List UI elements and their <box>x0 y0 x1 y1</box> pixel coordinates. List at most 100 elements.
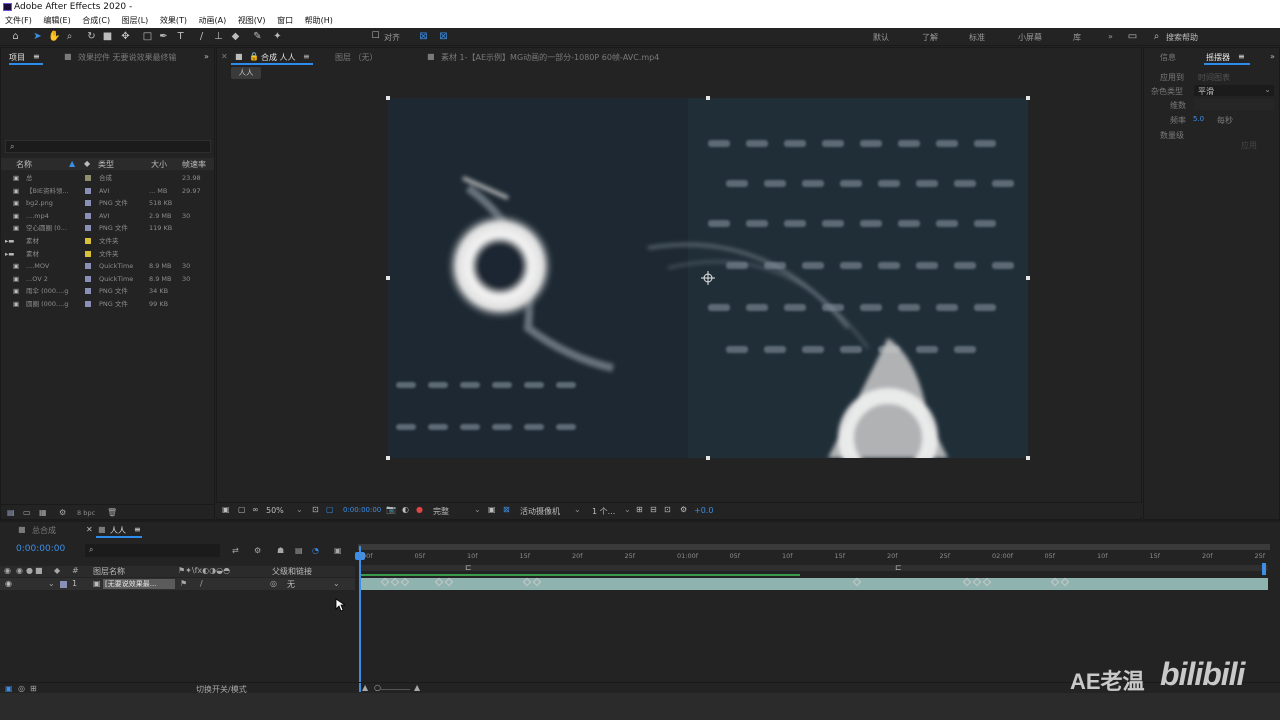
label-swatch[interactable] <box>85 301 91 307</box>
exposure-value[interactable]: +0.0 <box>694 506 713 515</box>
layer-tab[interactable]: 图层 （无） <box>335 52 378 63</box>
info-tab[interactable]: 信息 <box>1160 52 1176 63</box>
menu-effect[interactable]: 效果(T) <box>160 14 187 28</box>
zoom-out-icon[interactable]: ▲ <box>362 683 368 692</box>
apply-button[interactable]: 应用 <box>1241 140 1257 151</box>
show-snapshot-icon[interactable]: ◐ <box>402 505 409 514</box>
draft-3d-icon[interactable]: ⚙ <box>254 546 261 555</box>
home-icon[interactable]: ⌂ <box>10 31 21 42</box>
type-tool-icon[interactable]: T <box>175 31 186 42</box>
camera-dropdown[interactable]: 活动摄像机 <box>520 506 560 517</box>
resolution-dropdown[interactable]: 完整 <box>433 506 449 517</box>
snapshot-icon[interactable]: 📷 <box>386 505 396 514</box>
label-swatch[interactable] <box>85 288 91 295</box>
always-preview-icon[interactable]: ▣ <box>222 505 230 514</box>
label-swatch[interactable] <box>85 187 91 194</box>
label-swatch[interactable] <box>85 212 91 219</box>
project-item[interactable]: ▣ ....mp4 AVI 2.9 MB 30 <box>1 210 214 222</box>
fast-previews-icon[interactable]: ▣ <box>488 505 496 514</box>
exposure-reset-icon[interactable]: ⚙ <box>680 505 687 514</box>
safe-zones-icon[interactable]: ⊡ <box>312 505 319 514</box>
comp-breadcrumb[interactable]: 人人 <box>231 67 261 79</box>
label-color-swatch[interactable] <box>60 581 67 588</box>
close-tab-icon[interactable]: ✕ <box>221 52 228 61</box>
brush-tool-icon[interactable]: / <box>196 31 207 42</box>
comp-mini-flowchart-icon[interactable]: ⇄ <box>232 546 239 555</box>
interpret-footage-icon[interactable]: ▤ <box>7 508 15 517</box>
layer-switches-icon[interactable]: ▣ <box>5 684 13 693</box>
color-channel-icon[interactable]: ● <box>416 505 423 514</box>
wiggler-tab-menu-icon[interactable]: ≡ <box>1238 52 1245 61</box>
bit-depth-label[interactable]: 8 bpc <box>77 509 95 517</box>
zoom-tool-icon[interactable]: ⌕ <box>64 31 75 42</box>
view-layout-dropdown[interactable]: 1 个... <box>592 506 615 517</box>
eye-icon[interactable]: ◉ <box>5 579 12 588</box>
column-type[interactable]: 类型 <box>98 159 114 170</box>
snap-icon[interactable]: ⊠ <box>418 31 429 42</box>
puppet-tool-icon[interactable]: ✦ <box>272 31 283 42</box>
composition-viewer-frame[interactable] <box>388 98 1028 458</box>
tab-menu-icon[interactable]: ≡ <box>134 525 141 534</box>
project-search-input[interactable]: ⌕ <box>5 140 211 153</box>
frame-blending-icon[interactable]: ▤ <box>295 546 303 555</box>
project-item[interactable]: ▸▬ 素材 文件夹 <box>1 248 214 260</box>
pen-tool-icon[interactable]: ✒ <box>158 31 169 42</box>
close-tab-icon[interactable]: ✕ <box>86 525 93 534</box>
workspace-sync-icon[interactable]: ▭ <box>1127 31 1138 42</box>
roto-brush-tool-icon[interactable]: ✎ <box>252 31 263 42</box>
menu-window[interactable]: 窗口 <box>277 14 293 28</box>
zoom-slider-thumb[interactable]: ○ <box>374 683 381 692</box>
clone-stamp-tool-icon[interactable]: ⊥ <box>213 31 224 42</box>
layer-handle[interactable] <box>386 96 390 100</box>
project-item[interactable]: ▣ 雨伞 (000....g PNG 文件 34 KB <box>1 285 214 297</box>
project-settings-icon[interactable]: ⚙ <box>59 508 66 517</box>
search-icon[interactable]: ⌕ <box>1151 31 1162 42</box>
timeline-tab-main[interactable]: 总合成 <box>32 525 56 536</box>
column-fps[interactable]: 帧速率 <box>182 159 206 170</box>
layer-handle[interactable] <box>1026 96 1030 100</box>
label-swatch[interactable] <box>85 275 91 282</box>
layer-handle[interactable] <box>706 456 710 460</box>
eraser-tool-icon[interactable]: ◆ <box>230 31 241 42</box>
flowchart-icon[interactable]: ⊡ <box>664 505 671 514</box>
in-out-icon[interactable]: ⊞ <box>30 684 37 693</box>
region-icon[interactable]: ▢ <box>238 505 246 514</box>
menu-animation[interactable]: 动画(A) <box>199 14 227 28</box>
selection-tool-icon[interactable]: ➤ <box>32 31 43 42</box>
panel-overflow-icon[interactable]: » <box>204 52 209 61</box>
graph-editor-icon[interactable]: ▣ <box>334 546 342 555</box>
3d-glasses-icon[interactable]: ∞ <box>252 505 259 514</box>
new-folder-icon[interactable]: ▭ <box>23 508 31 517</box>
project-tab[interactable]: 项目 <box>9 52 25 63</box>
shy-switch-icon[interactable]: ⚑ <box>180 579 187 588</box>
camera-tool-icon[interactable]: ■ <box>102 31 113 42</box>
current-time-indicator[interactable] <box>359 546 361 692</box>
effects-controls-tab[interactable]: 效果控件 无要说效果最终输 <box>78 52 177 63</box>
label-column-icon[interactable]: ◆ <box>84 159 90 168</box>
layer-duration-bar[interactable] <box>360 578 1268 590</box>
project-item[interactable]: ▣ bg2.png PNG 文件 518 KB <box>1 197 214 209</box>
shy-layers-icon[interactable]: ☗ <box>277 546 284 555</box>
zoom-dropdown[interactable]: 50% <box>266 506 284 515</box>
parent-dropdown[interactable]: 无 <box>287 579 295 590</box>
project-item[interactable]: ▣ 总 合成 23.98 <box>1 172 214 184</box>
workspace-more-icon[interactable]: » <box>1108 32 1113 41</box>
snap-options-icon[interactable]: ⊠ <box>438 31 449 42</box>
comp-tab-menu-icon[interactable]: ≡ <box>303 52 310 61</box>
menu-view[interactable]: 视图(V) <box>238 14 266 28</box>
project-item[interactable]: ▸▬ 素材 文件夹 <box>1 235 214 247</box>
menu-composition[interactable]: 合成(C) <box>82 14 110 28</box>
project-tab-menu-icon[interactable]: ≡ <box>33 52 40 61</box>
zoom-slider-track[interactable] <box>380 689 410 690</box>
composition-tab[interactable]: 合成 人人 <box>261 52 296 63</box>
timeline-tab-active[interactable]: 人人 <box>110 525 126 536</box>
zoom-in-icon[interactable]: ▲ <box>414 683 420 692</box>
hand-tool-icon[interactable]: ✋ <box>48 31 60 42</box>
project-item[interactable]: ▣ 圆圈 (000....g PNG 文件 99 KB <box>1 298 214 310</box>
timeline-icon[interactable]: ⊟ <box>650 505 657 514</box>
layer-handle[interactable] <box>706 96 710 100</box>
layer-handle[interactable] <box>1026 456 1030 460</box>
label-swatch[interactable] <box>85 263 91 270</box>
motion-blur-icon[interactable]: ◔ <box>312 546 319 555</box>
parent-link-header[interactable]: 父级和链接 <box>272 566 312 577</box>
